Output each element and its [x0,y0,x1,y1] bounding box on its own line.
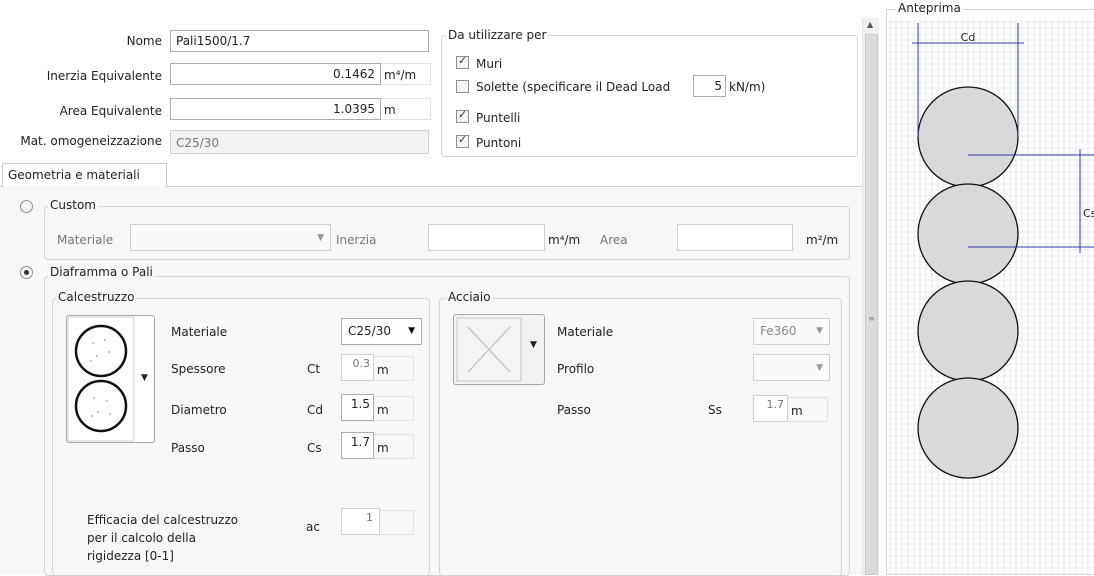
solette-checkbox[interactable] [456,80,469,93]
usage-group-title: Da utilizzare per [446,28,549,42]
scroll-up-arrow-icon[interactable]: ▲ [867,20,873,29]
nome-input[interactable]: Pali1500/1.7 [170,30,429,52]
custom-group-title: Custom [48,198,98,212]
nome-label: Nome [126,34,162,48]
steel-profile-picker[interactable]: ▼ [453,314,545,385]
custom-radio[interactable] [20,200,33,213]
efficacia-symbol: ac [306,520,320,534]
custom-area-label: Area [600,233,628,247]
no-profile-icon [456,317,522,382]
puntelli-checkbox[interactable] [456,108,469,123]
tab-geometria-e-materiali[interactable]: Geometria e materiali [2,163,167,187]
custom-materiale-select: ▼ [130,224,331,251]
inerzia-equivalente-field: 0.1462 [170,63,381,85]
diaframma-group-title: Diaframma o Pali [48,265,155,279]
muri-label: Muri [476,57,503,71]
spessore-symbol: Ct [307,362,321,376]
custom-inerzia-unit: m⁴/m [548,233,581,247]
scrollbar-thumb[interactable]: ≡ [865,34,878,575]
dropdown-arrow-icon: ▼ [530,340,537,350]
vertical-scrollbar[interactable]: ▲ ≡ [862,18,879,575]
solette-label: Solette (specificare il Dead Load [476,80,671,94]
muri-checkbox[interactable] [456,54,469,69]
spessore-unit: m [374,356,414,381]
efficacia-label-line3: rigidezza [0-1] [87,549,174,563]
pile-circle [917,377,1019,479]
custom-area-unit: m²/m [806,233,839,247]
calc-materiale-select[interactable]: C25/30 ▼ [341,318,422,345]
mat-omogeneizzazione-field: C25/30 [170,130,429,154]
grip-icon: ≡ [868,314,875,323]
pile-circle [917,280,1019,382]
calc-materiale-label: Materiale [171,325,228,339]
dead-load-input[interactable]: 5 [693,75,726,97]
diametro-symbol: Cd [307,403,323,417]
area-equivalente-unit: m [381,98,431,120]
calcestruzzo-group-title: Calcestruzzo [56,290,137,304]
acc-passo-input: 1.7 [753,395,788,422]
acc-materiale-label: Materiale [557,325,614,339]
acc-profilo-label: Profilo [557,362,595,376]
diametro-input[interactable]: 1.5 [341,394,374,421]
inerzia-equivalente-unit: m⁴/m [381,63,431,85]
efficacia-input: 1 [341,508,380,535]
passo-unit: m [374,434,414,459]
diaframma-radio[interactable] [20,266,33,279]
passo-symbol: Cs [307,441,322,455]
spessore-label: Spessore [171,362,226,376]
dropdown-arrow-icon: ▼ [141,373,148,383]
mat-omogeneizzazione-label: Mat. omogeneizzazione [20,134,162,148]
custom-materiale-label: Materiale [57,233,114,247]
area-equivalente-field: 1.0395 [170,98,381,120]
spessore-input: 0.3 [341,354,374,381]
chevron-down-icon: ▼ [408,326,415,336]
inerzia-equivalente-label: Inerzia Equivalente [46,69,162,83]
acc-profilo-select: ▼ [753,354,830,381]
diametro-label: Diametro [171,403,227,417]
passo-label: Passo [171,441,205,455]
puntoni-checkbox[interactable] [456,133,469,148]
acc-passo-symbol: Ss [708,403,722,417]
custom-inerzia-label: Inerzia [336,233,377,247]
pile-circle [917,183,1019,285]
efficacia-label-line2: per il calcolo della [87,531,196,545]
custom-area-input [677,224,793,251]
chevron-down-icon: ▼ [317,233,324,243]
puntelli-label: Puntelli [476,111,521,125]
cs-dimension-label: Cs [1083,207,1094,220]
diametro-unit: m [374,396,414,421]
efficacia-label-line1: Efficacia del calcestruzzo [87,513,239,527]
dead-load-unit: kN/m) [729,80,766,94]
preview-group-title: Anteprima [896,1,963,15]
cd-dimension-label: Cd [961,31,976,44]
area-equivalente-label: Area Equivalente [59,104,162,118]
section-type-picker[interactable]: ▼ [66,315,155,443]
acc-materiale-select: Fe360 ▼ [753,318,830,345]
pile-circle [917,86,1019,188]
tab-label: Geometria e materiali [8,168,140,182]
acciaio-group-title: Acciaio [446,290,493,304]
acc-passo-label: Passo [557,403,591,417]
chevron-down-icon: ▼ [816,363,823,373]
preview-canvas: Cd Cs [888,20,1094,575]
custom-inerzia-input [428,224,545,251]
passo-input[interactable]: 1.7 [341,432,374,459]
acc-passo-unit: m [788,397,828,422]
chevron-down-icon: ▼ [816,326,823,336]
puntoni-label: Puntoni [476,136,522,150]
